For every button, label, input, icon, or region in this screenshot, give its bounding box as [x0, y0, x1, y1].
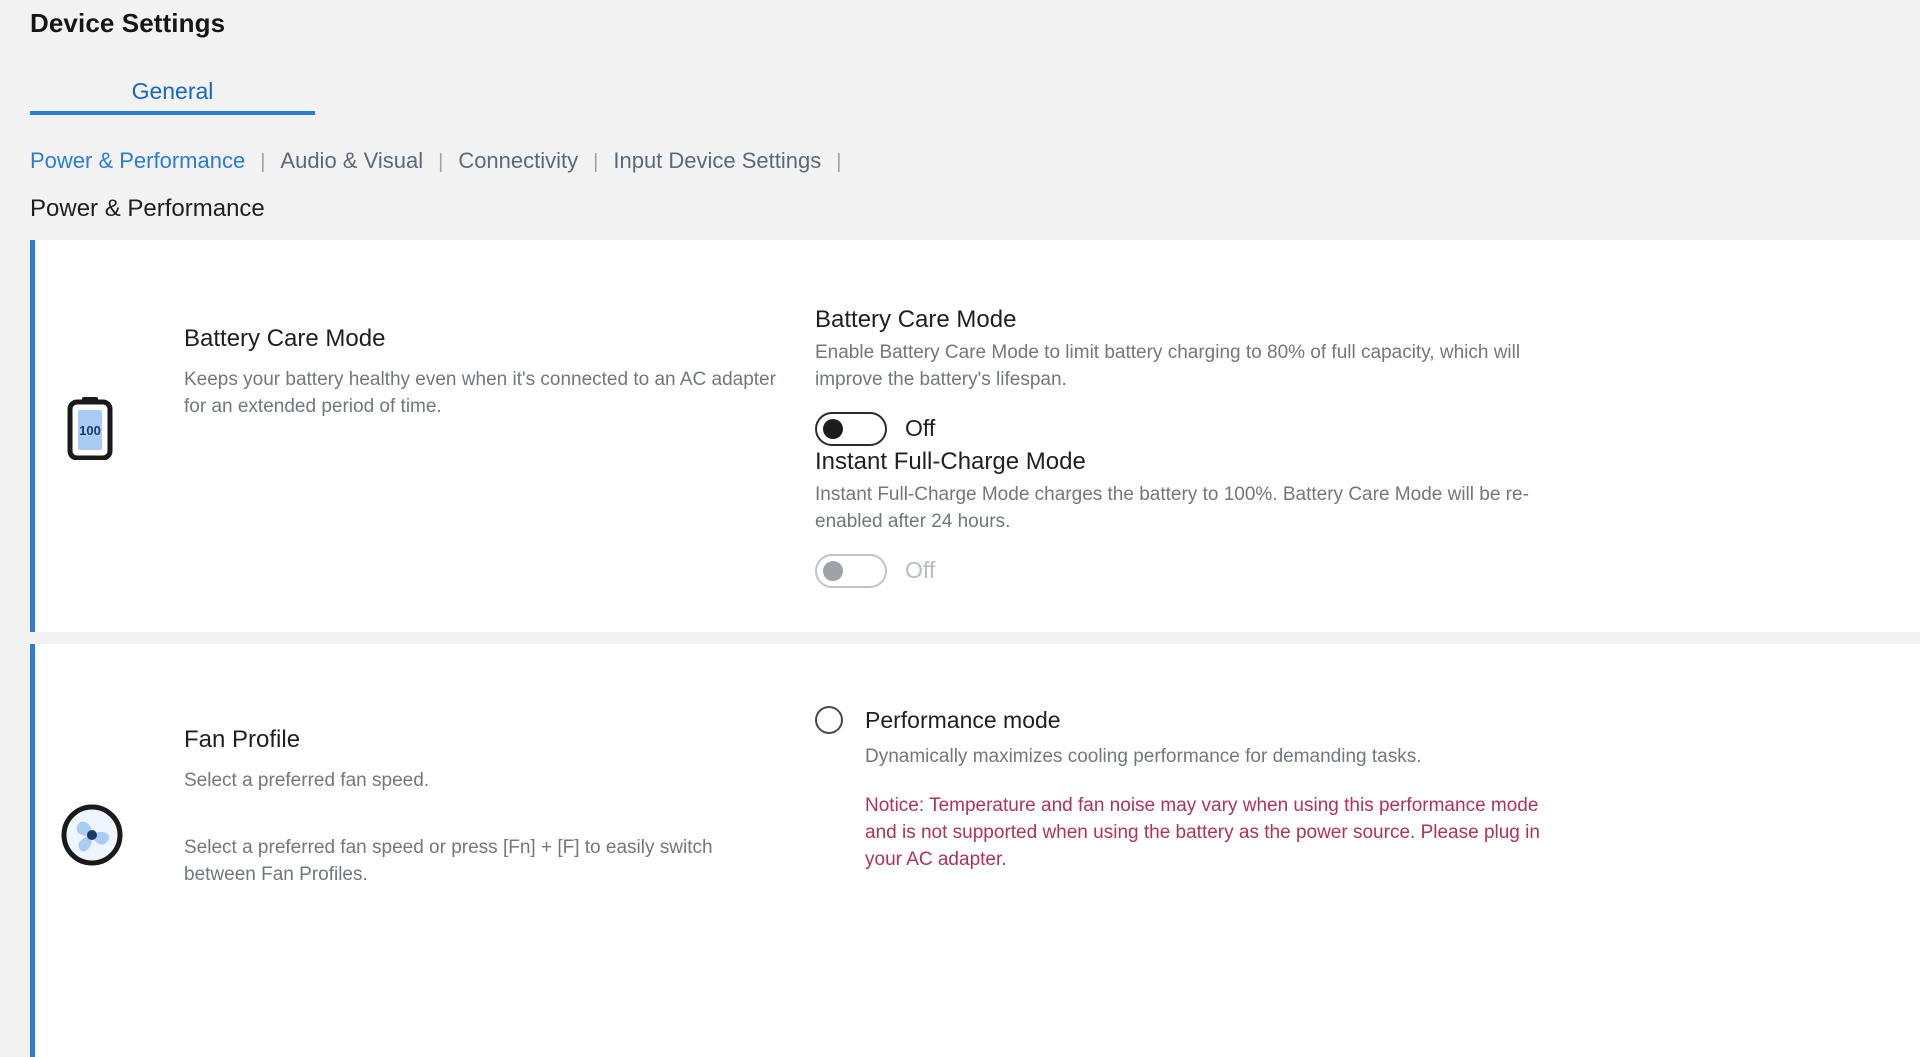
option-instant-full-charge-title: Instant Full-Charge Mode: [815, 448, 1895, 476]
card-fan-icon-col: [35, 644, 180, 1057]
card-fan-left-col: Fan Profile Select a preferred fan speed…: [180, 644, 815, 1057]
settings-cards: 100 Battery Care Mode Keeps your battery…: [30, 240, 1920, 1057]
battery-care-feature-description: Keeps your battery healthy even when it'…: [184, 367, 784, 421]
option-battery-care-mode-title: Battery Care Mode: [815, 306, 1895, 334]
toggle-knob: [823, 561, 843, 581]
fan-profile-feature-title: Fan Profile: [184, 726, 794, 754]
card-battery-icon-col: 100: [35, 240, 180, 632]
tab-general-underline: [30, 111, 315, 115]
option-battery-care-mode-description: Enable Battery Care Mode to limit batter…: [815, 340, 1575, 394]
fan-profile-feature-description: Select a preferred fan speed.: [184, 768, 784, 795]
performance-mode-radio[interactable]: [815, 706, 843, 734]
instant-full-charge-toggle-state: Off: [905, 557, 935, 584]
card-divider: [30, 632, 1920, 644]
tab-audio-visual[interactable]: Audio & Visual: [280, 148, 423, 174]
secondary-tab-strip: Power & Performance | Audio & Visual | C…: [30, 148, 856, 174]
tab-separator: |: [438, 151, 443, 174]
toggle-knob: [823, 419, 843, 439]
tab-connectivity[interactable]: Connectivity: [458, 148, 578, 174]
device-settings-page: Device Settings General Power & Performa…: [0, 0, 1920, 1057]
tab-separator: |: [593, 151, 598, 174]
performance-mode-radio-row[interactable]: Performance mode: [815, 706, 1815, 734]
performance-mode-label: Performance mode: [865, 707, 1061, 734]
battery-icon: 100: [67, 396, 113, 465]
tab-separator: |: [260, 151, 265, 174]
battery-care-feature-title: Battery Care Mode: [184, 325, 794, 353]
app-header: Device Settings: [0, 0, 1920, 57]
performance-mode-description: Dynamically maximizes cooling performanc…: [865, 744, 1625, 771]
svg-text:100: 100: [79, 423, 101, 438]
tab-general-label: General: [132, 78, 214, 104]
tab-separator: |: [836, 151, 841, 174]
battery-care-mode-toggle-state: Off: [905, 415, 935, 442]
card-fan-profile: Fan Profile Select a preferred fan speed…: [30, 644, 1920, 1057]
fan-icon: [59, 802, 125, 873]
fan-profile-feature-description-secondary: Select a preferred fan speed or press [F…: [184, 835, 784, 889]
instant-full-charge-toggle[interactable]: [815, 554, 887, 588]
card-battery-left-col: Battery Care Mode Keeps your battery hea…: [180, 240, 815, 632]
tab-input-device-settings[interactable]: Input Device Settings: [613, 148, 821, 174]
tab-general[interactable]: General: [30, 78, 315, 115]
option-performance-mode: Performance mode Dynamically maximizes c…: [815, 706, 1815, 874]
battery-care-mode-toggle[interactable]: [815, 412, 887, 446]
option-instant-full-charge-description: Instant Full-Charge Mode charges the bat…: [815, 482, 1575, 536]
card-battery-right-col: Battery Care Mode Enable Battery Care Mo…: [815, 240, 1920, 632]
performance-mode-notice: Notice: Temperature and fan noise may va…: [865, 793, 1545, 874]
card-fan-right-col: Performance mode Dynamically maximizes c…: [815, 644, 1920, 1057]
page-title: Device Settings: [30, 8, 225, 39]
primary-tab-strip: General: [0, 78, 1920, 126]
instant-full-charge-toggle-row: Off: [815, 554, 1895, 588]
battery-care-mode-toggle-row: Off: [815, 412, 1895, 446]
option-battery-care-mode: Battery Care Mode Enable Battery Care Mo…: [815, 306, 1895, 446]
section-heading: Power & Performance: [30, 195, 265, 223]
option-instant-full-charge-mode: Instant Full-Charge Mode Instant Full-Ch…: [815, 448, 1895, 588]
card-battery-care: 100 Battery Care Mode Keeps your battery…: [30, 240, 1920, 632]
tab-power-performance[interactable]: Power & Performance: [30, 148, 245, 174]
